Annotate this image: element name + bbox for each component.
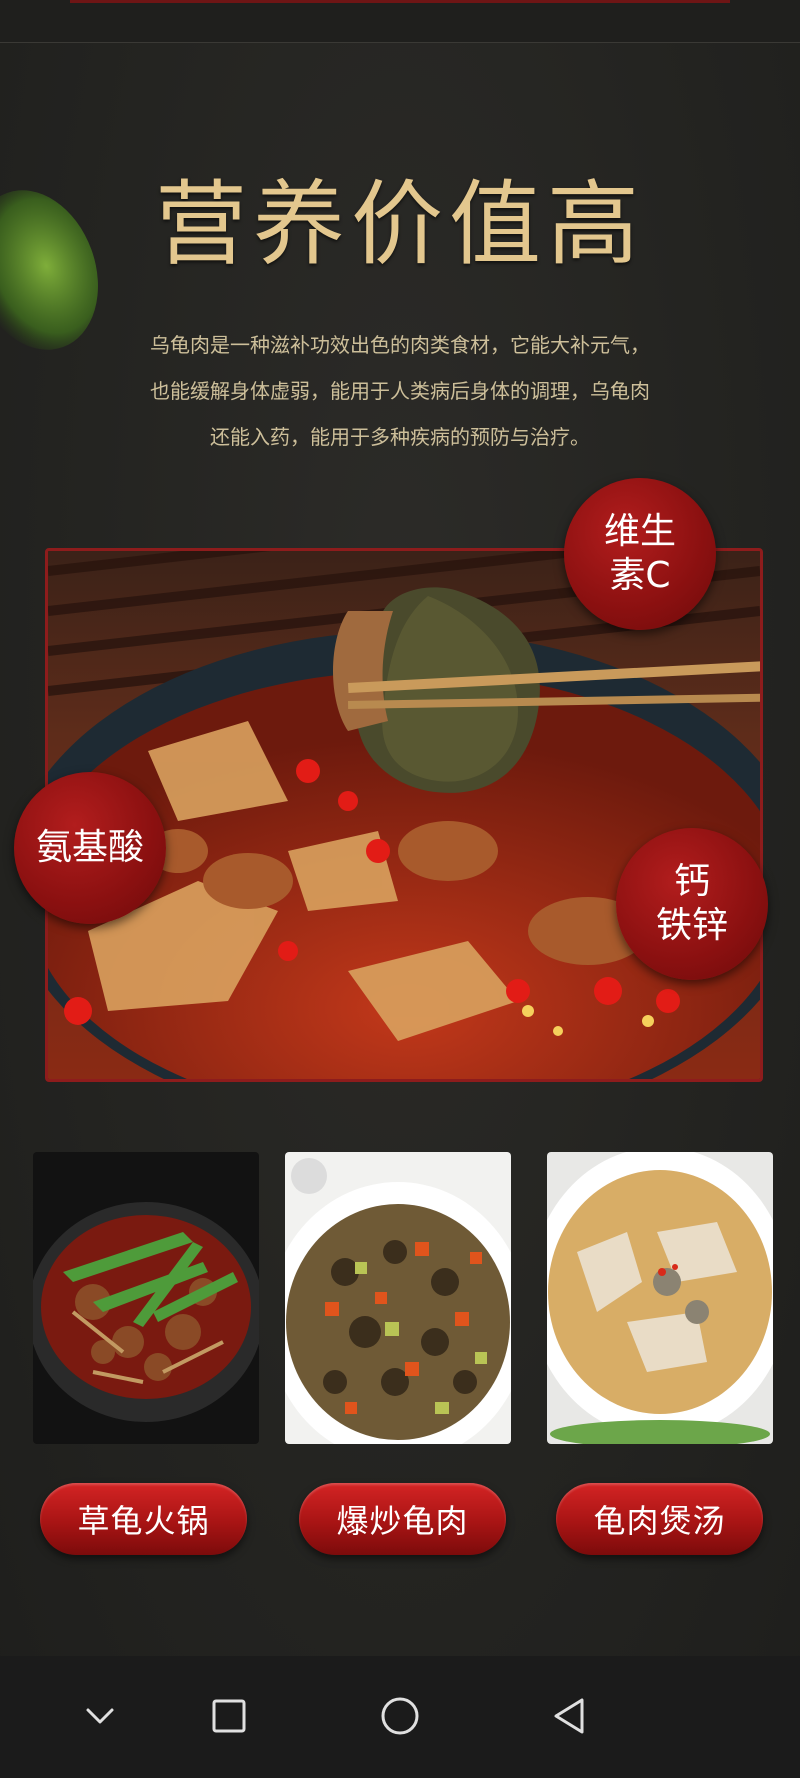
badge-vitamin-c-line: 维生 [603,511,676,552]
badge-amino-acid: 氨基酸 [14,772,166,924]
description: 乌龟肉是一种滋补功效出色的肉类食材，它能大补元气， 也能缓解身体虚弱，能用于人类… [80,322,720,460]
dish-image-hotpot[interactable] [33,1152,259,1444]
description-line: 乌龟肉是一种滋补功效出色的肉类食材，它能大补元气， [150,333,650,357]
description-line: 也能缓解身体虚弱，能用于人类病后身体的调理，乌龟肉 [150,379,650,403]
badge-minerals-line: 铁锌 [655,905,728,946]
system-navigation-bar [0,1656,800,1778]
square-icon[interactable] [199,1686,259,1746]
badge-minerals: 钙 铁锌 [616,828,768,980]
badge-amino-acid-label: 氨基酸 [35,827,144,868]
circle-icon[interactable] [370,1686,430,1746]
badge-vitamin-c-line: 素C [609,555,671,596]
badge-minerals-line: 钙 [673,861,710,902]
banner-divider [70,0,730,3]
page-title: 营养价值高 [154,171,645,278]
dish-label-hotpot[interactable]: 草龟火锅 [40,1483,247,1555]
triangle-back-icon[interactable] [540,1686,600,1746]
dish-image-stirfry[interactable] [285,1152,511,1444]
page: 营养价值高 乌龟肉是一种滋补功效出色的肉类食材，它能大补元气， 也能缓解身体虚弱… [0,0,800,1778]
dish-label-soup[interactable]: 龟肉煲汤 [556,1483,763,1555]
chevron-down-icon[interactable] [70,1686,130,1746]
badge-vitamin-c: 维生 素C [564,478,716,630]
dish-image-soup[interactable] [547,1152,773,1444]
description-line: 还能入药，能用于多种疾病的预防与治疗。 [210,425,590,449]
top-banner-edge [0,0,800,43]
dish-label-stirfry[interactable]: 爆炒龟肉 [299,1483,506,1555]
